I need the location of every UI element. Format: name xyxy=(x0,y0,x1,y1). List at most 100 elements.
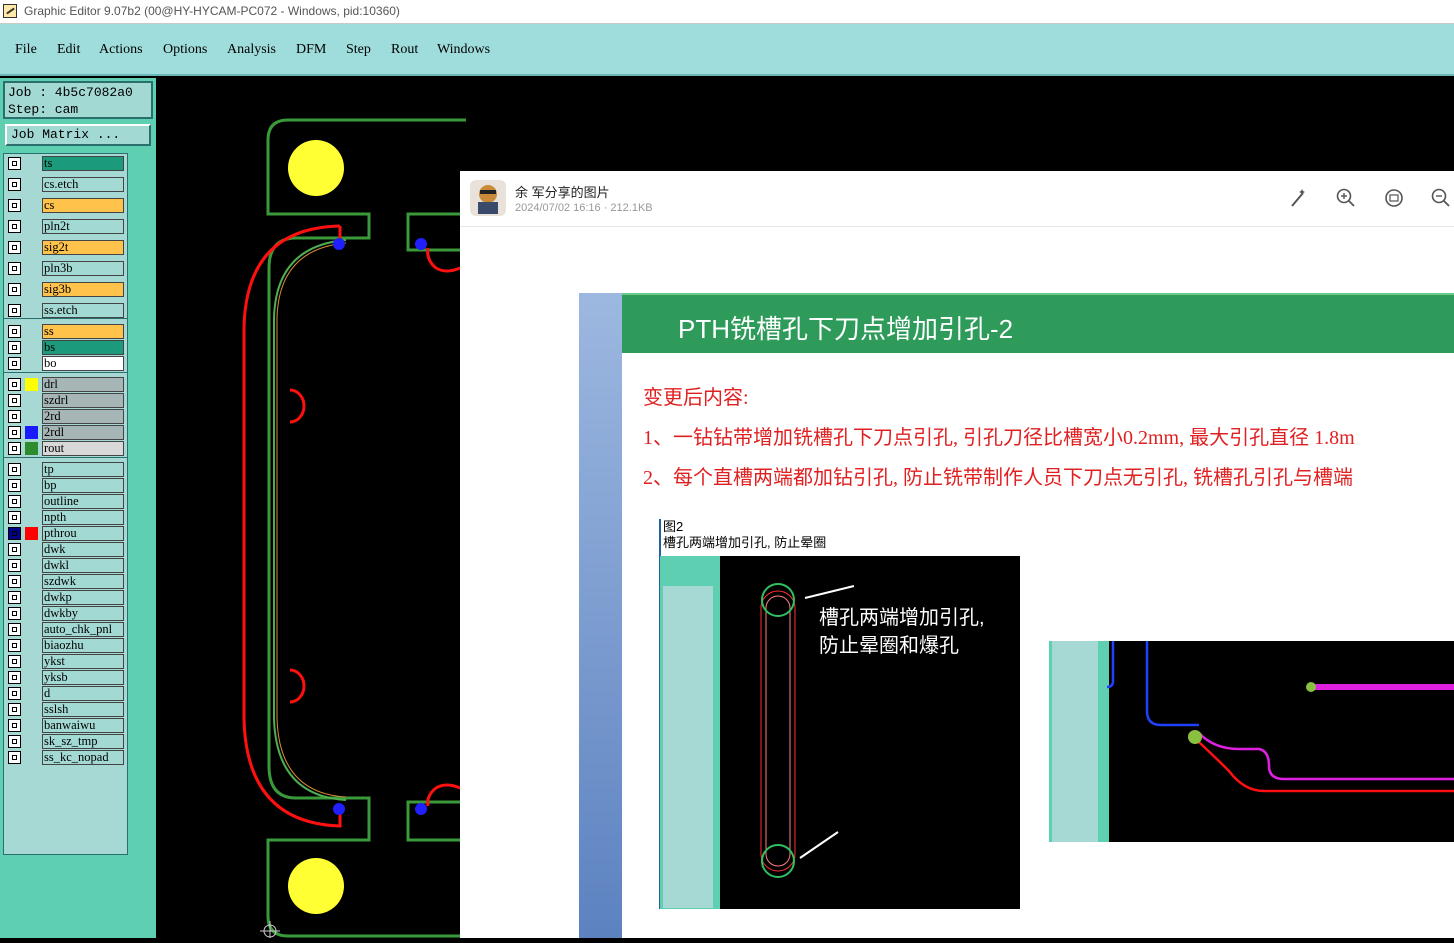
layer-name[interactable]: ss xyxy=(42,324,124,339)
layer-checkbox[interactable] xyxy=(8,262,21,275)
layer-row-2rdl[interactable]: 2rdl xyxy=(8,425,126,440)
layer-row-dwkby[interactable]: dwkby xyxy=(8,606,126,621)
layer-checkbox[interactable] xyxy=(8,751,21,764)
layer-name[interactable]: biaozhu xyxy=(42,638,124,653)
layer-checkbox[interactable] xyxy=(8,671,21,684)
layer-name[interactable]: dwk xyxy=(42,542,124,557)
magic-wand-icon[interactable] xyxy=(1287,187,1309,209)
layer-checkbox[interactable] xyxy=(8,623,21,636)
layer-checkbox[interactable] xyxy=(8,241,21,254)
layer-checkbox[interactable] xyxy=(8,410,21,423)
layer-checkbox[interactable] xyxy=(8,178,21,191)
layer-row-2rd[interactable]: 2rd xyxy=(8,409,126,424)
layer-row-cs.etch[interactable]: cs.etch xyxy=(8,177,126,192)
layer-name[interactable]: ykst xyxy=(42,654,124,669)
layer-row-dwkp[interactable]: dwkp xyxy=(8,590,126,605)
layer-row-tp[interactable]: tp xyxy=(8,462,126,477)
layer-row-yksb[interactable]: yksb xyxy=(8,670,126,685)
layer-row-auto_chk_pnl[interactable]: auto_chk_pnl xyxy=(8,622,126,637)
layer-row-pln3b[interactable]: pln3b xyxy=(8,261,126,276)
layer-row-outline[interactable]: outline xyxy=(8,494,126,509)
layer-name[interactable]: banwaiwu xyxy=(42,718,124,733)
fit-icon[interactable] xyxy=(1383,187,1405,209)
layer-name[interactable]: dwkby xyxy=(42,606,124,621)
layer-row-sig2t[interactable]: sig2t xyxy=(8,240,126,255)
layer-row-d[interactable]: d xyxy=(8,686,126,701)
zoom-out-icon[interactable] xyxy=(1430,187,1452,209)
avatar[interactable] xyxy=(470,180,506,216)
layer-checkbox[interactable] xyxy=(8,591,21,604)
layer-checkbox[interactable] xyxy=(8,655,21,668)
layer-name[interactable]: dwkl xyxy=(42,558,124,573)
layer-checkbox[interactable] xyxy=(8,157,21,170)
layer-name[interactable]: bo xyxy=(42,356,124,371)
layer-name[interactable]: ss_kc_nopad xyxy=(42,750,124,765)
layer-row-ss.etch[interactable]: ss.etch xyxy=(8,303,126,318)
layer-row-ykst[interactable]: ykst xyxy=(8,654,126,669)
layer-checkbox[interactable] xyxy=(8,357,21,370)
layer-name[interactable]: dwkp xyxy=(42,590,124,605)
layer-name[interactable]: sig2t xyxy=(42,240,124,255)
menu-file[interactable]: File xyxy=(15,42,37,58)
layer-name[interactable]: 2rd xyxy=(42,409,124,424)
layer-name[interactable]: rout xyxy=(42,441,124,456)
layer-row-ts[interactable]: ts xyxy=(8,156,126,171)
layer-row-szdwk[interactable]: szdwk xyxy=(8,574,126,589)
layer-name[interactable]: pln2t xyxy=(42,219,124,234)
layer-checkbox[interactable] xyxy=(8,719,21,732)
layer-row-szdrl[interactable]: szdrl xyxy=(8,393,126,408)
layer-name[interactable]: szdrl xyxy=(42,393,124,408)
layer-name[interactable]: npth xyxy=(42,510,124,525)
layer-name[interactable]: bs xyxy=(42,340,124,355)
menu-edit[interactable]: Edit xyxy=(57,42,80,58)
layer-name[interactable]: ts xyxy=(42,156,124,171)
layer-name[interactable]: bp xyxy=(42,478,124,493)
layer-checkbox[interactable] xyxy=(8,607,21,620)
layer-name[interactable]: d xyxy=(42,686,124,701)
layer-row-ss_kc_nopad[interactable]: ss_kc_nopad xyxy=(8,750,126,765)
layer-checkbox[interactable] xyxy=(8,378,21,391)
layer-checkbox[interactable] xyxy=(8,527,21,540)
layer-checkbox[interactable] xyxy=(8,341,21,354)
layer-checkbox[interactable] xyxy=(8,511,21,524)
menu-step[interactable]: Step xyxy=(346,42,371,58)
layer-row-sslsh[interactable]: sslsh xyxy=(8,702,126,717)
menu-windows[interactable]: Windows xyxy=(437,42,490,58)
layer-row-rout[interactable]: rout xyxy=(8,441,126,456)
layer-checkbox[interactable] xyxy=(8,220,21,233)
layer-row-ss[interactable]: ss xyxy=(8,324,126,339)
menu-analysis[interactable]: Analysis xyxy=(227,42,276,58)
menu-actions[interactable]: Actions xyxy=(99,42,143,58)
layer-checkbox[interactable] xyxy=(8,735,21,748)
layer-name[interactable]: outline xyxy=(42,494,124,509)
layer-row-biaozhu[interactable]: biaozhu xyxy=(8,638,126,653)
menu-options[interactable]: Options xyxy=(163,42,207,58)
layer-name[interactable]: 2rdl xyxy=(42,425,124,440)
layer-row-banwaiwu[interactable]: banwaiwu xyxy=(8,718,126,733)
layer-row-sk_sz_tmp[interactable]: sk_sz_tmp xyxy=(8,734,126,749)
layer-row-sig3b[interactable]: sig3b xyxy=(8,282,126,297)
layer-checkbox[interactable] xyxy=(8,543,21,556)
layer-name[interactable]: tp xyxy=(42,462,124,477)
layer-checkbox[interactable] xyxy=(8,426,21,439)
layer-checkbox[interactable] xyxy=(8,199,21,212)
layer-name[interactable]: pln3b xyxy=(42,261,124,276)
layer-name[interactable]: drl xyxy=(42,377,124,392)
layer-name[interactable]: sslsh xyxy=(42,702,124,717)
layer-checkbox[interactable] xyxy=(8,442,21,455)
layer-name[interactable]: szdwk xyxy=(42,574,124,589)
layer-name[interactable]: sk_sz_tmp xyxy=(42,734,124,749)
layer-checkbox[interactable] xyxy=(8,687,21,700)
layer-row-pln2t[interactable]: pln2t xyxy=(8,219,126,234)
layer-checkbox[interactable] xyxy=(8,575,21,588)
layer-row-bo[interactable]: bo xyxy=(8,356,126,371)
layer-checkbox[interactable] xyxy=(8,304,21,317)
layer-row-dwkl[interactable]: dwkl xyxy=(8,558,126,573)
layer-row-pthrou[interactable]: pthrou xyxy=(8,526,126,541)
menu-dfm[interactable]: DFM xyxy=(296,42,326,58)
layer-name[interactable]: cs xyxy=(42,198,124,213)
layer-name[interactable]: auto_chk_pnl xyxy=(42,622,124,637)
layer-checkbox[interactable] xyxy=(8,703,21,716)
job-matrix-button[interactable]: Job Matrix ... xyxy=(5,124,151,146)
layer-row-npth[interactable]: npth xyxy=(8,510,126,525)
